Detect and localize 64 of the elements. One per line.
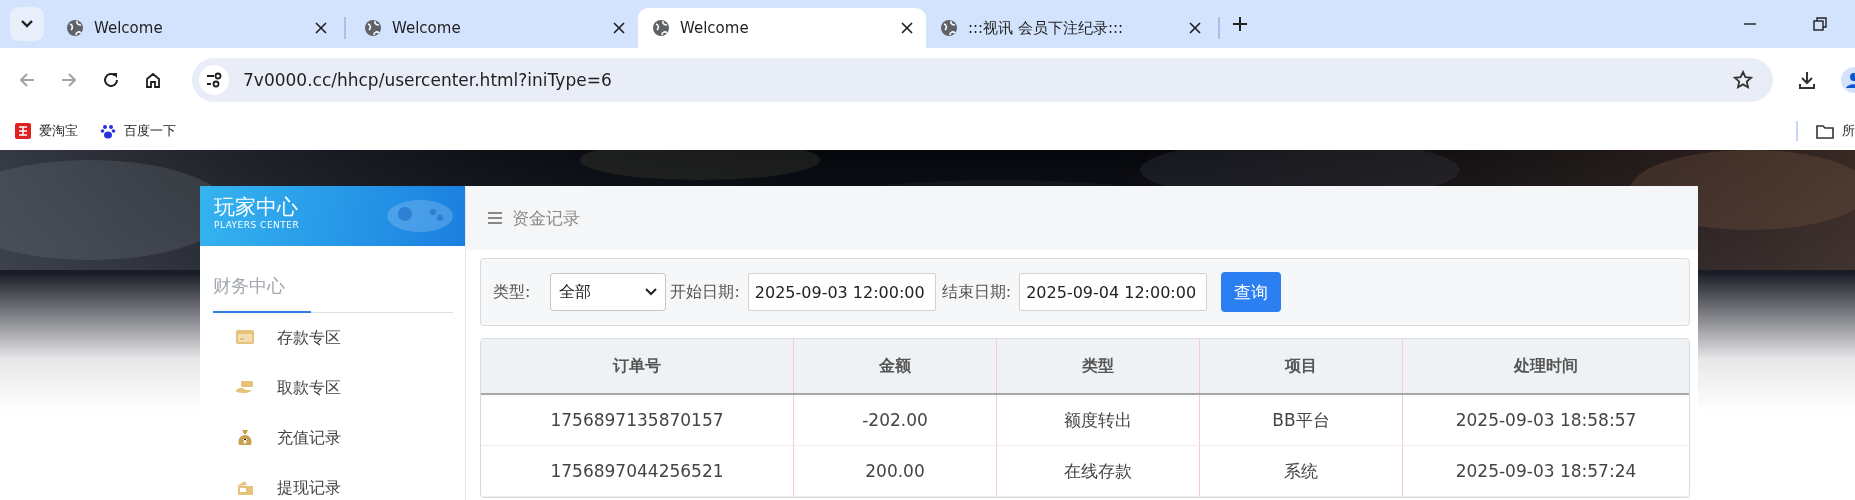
bookmark-favicon-icon — [15, 123, 31, 139]
sidebar-item[interactable]: 提现记录 — [200, 463, 465, 500]
folder-icon — [1816, 123, 1834, 139]
url-text: 7v0000.cc/hhcp/usercenter.html?iniType=6 — [243, 70, 612, 90]
new-tab-icon[interactable] — [1232, 16, 1248, 32]
column-header: 处理时间 — [1402, 339, 1689, 394]
browser-tab[interactable]: Welcome — [52, 8, 340, 48]
table-cell: 1756897135870157 — [481, 394, 794, 446]
paw-icon — [100, 123, 116, 139]
bookmark[interactable]: 百度一下 — [100, 122, 176, 140]
tab-title: Welcome — [680, 19, 750, 37]
sidebar-item[interactable]: 存款专区 — [200, 313, 465, 363]
logo-title: 玩家中心 — [214, 195, 298, 219]
field-label: 结束日期: — [941, 281, 1012, 303]
tab-search-button[interactable] — [10, 7, 44, 41]
type-dropdown[interactable]: 全部 — [550, 273, 667, 311]
reload-icon[interactable] — [102, 71, 120, 89]
restore-icon[interactable] — [1813, 17, 1827, 31]
browser-tab[interactable]: Welcome — [638, 8, 926, 48]
page-title: 资金记录 — [512, 206, 580, 230]
bookmark[interactable]: 爱淘宝 — [15, 122, 78, 140]
table-cell: 2025-09-03 18:57:24 — [1402, 445, 1689, 497]
close-icon[interactable] — [612, 21, 626, 35]
tab-title: Welcome — [94, 19, 164, 37]
star-icon[interactable] — [1733, 70, 1753, 90]
column-header: 类型 — [996, 339, 1200, 394]
close-icon[interactable] — [900, 21, 914, 35]
address-bar[interactable]: 7v0000.cc/hhcp/usercenter.html?iniType=6 — [192, 58, 1773, 102]
sidebar-item[interactable]: 充值记录 — [200, 413, 465, 463]
table-cell: 系统 — [1199, 445, 1403, 497]
column-header: 金额 — [793, 339, 997, 394]
field-label: 类型: — [493, 281, 531, 303]
browser-tab[interactable]: :::视讯 会员下注纪录::: — [926, 8, 1214, 48]
close-icon[interactable] — [314, 21, 328, 35]
bookmarks-folder[interactable]: 所 — [1816, 122, 1855, 140]
table-cell: 额度转出 — [996, 394, 1200, 446]
sidebar-item[interactable]: 取款专区 — [200, 363, 465, 413]
field-label: 开始日期: — [670, 281, 740, 303]
close-icon[interactable] — [1188, 21, 1202, 35]
tab-title: Welcome — [392, 19, 462, 37]
section-heading: 财务中心 — [213, 274, 285, 298]
download-icon[interactable] — [1797, 70, 1817, 90]
table-cell: BB平台 — [1199, 394, 1403, 446]
query-button[interactable]: 查询 — [1221, 272, 1282, 312]
menu-icon — [488, 211, 502, 225]
table-cell: 1756897044256521 — [481, 445, 794, 497]
globe-icon — [364, 19, 382, 37]
home-icon[interactable] — [144, 71, 162, 89]
tab-title: :::视讯 会员下注纪录::: — [968, 18, 1125, 38]
column-header: 订单号 — [481, 339, 794, 394]
browser-tab[interactable]: Welcome — [350, 8, 638, 48]
globe-icon — [940, 19, 958, 37]
end-date-field[interactable]: 2025-09-04 12:00:00 — [1019, 273, 1208, 311]
table-cell: -202.00 — [793, 394, 997, 446]
globe-icon — [652, 19, 670, 37]
globe-icon — [66, 19, 84, 37]
start-date-field[interactable]: 2025-09-03 12:00:00 — [747, 273, 936, 311]
column-header: 项目 — [1199, 339, 1403, 394]
site-settings-icon[interactable] — [199, 65, 229, 95]
chevron-down-icon — [645, 288, 658, 296]
table-cell: 200.00 — [793, 445, 997, 497]
table-cell: 在线存款 — [996, 445, 1200, 497]
table-cell: 2025-09-03 18:58:57 — [1402, 394, 1689, 446]
logo-subtitle: PLAYERS CENTER — [214, 220, 300, 230]
